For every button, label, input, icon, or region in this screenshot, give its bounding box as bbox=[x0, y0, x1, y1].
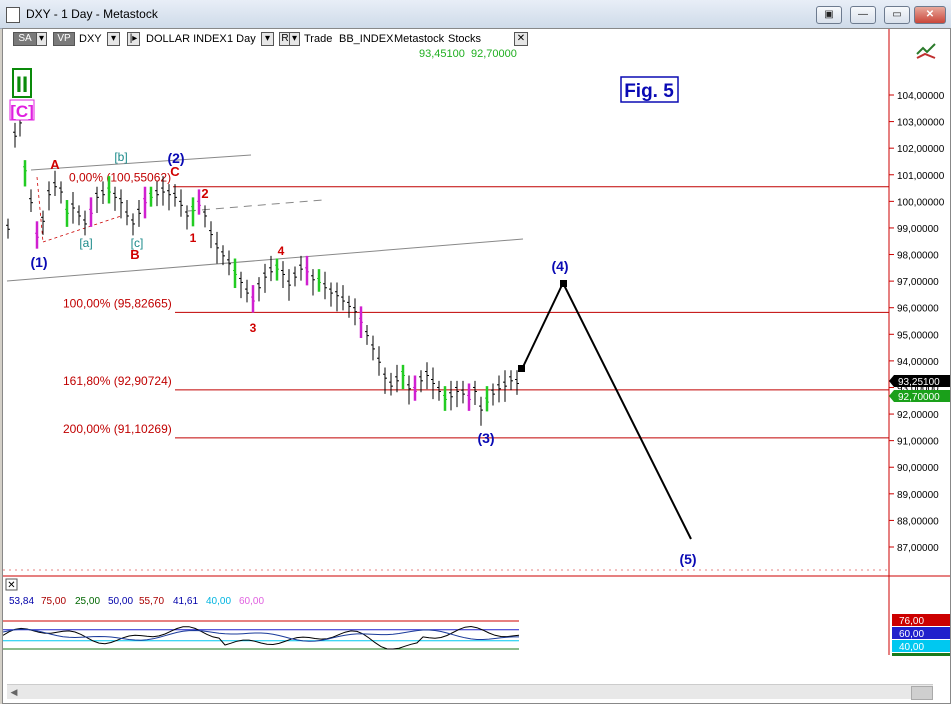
price-axis-label: 91,00000 bbox=[897, 437, 939, 448]
price-axis-label: 87,00000 bbox=[897, 543, 939, 554]
chart-window: SA ▾ VP DXY ▾ |▸ DOLLAR INDEX 1 Day ▾ R … bbox=[2, 28, 951, 704]
wave-3-paren-label: (3) bbox=[477, 430, 494, 446]
indicator-axis-tag-text: 40,00 bbox=[899, 642, 924, 653]
fig-label: Fig. 5 bbox=[624, 81, 674, 102]
indicator-value: 53,84 bbox=[9, 596, 34, 607]
bid-price-text: 92,70000 bbox=[898, 392, 940, 403]
indicator-value: 75,00 bbox=[41, 596, 66, 607]
window-title: DXY - 1 Day - Metastock bbox=[26, 7, 158, 21]
price-axis-label: 89,00000 bbox=[897, 490, 939, 501]
indicator-axis-tag-text: 60,00 bbox=[899, 629, 924, 640]
price-axis-label: 96,00000 bbox=[897, 304, 939, 315]
wave-2-label: 2 bbox=[201, 186, 208, 201]
indicator-value: 41,61 bbox=[173, 596, 198, 607]
wave-1-paren-label: (1) bbox=[30, 254, 47, 270]
projection-path bbox=[521, 280, 692, 540]
price-axis-label: 104,00000 bbox=[897, 91, 945, 102]
minimize-button[interactable]: — bbox=[850, 6, 876, 24]
price-axis-label: 99,00000 bbox=[897, 224, 939, 235]
indicator-line-signal bbox=[3, 628, 519, 642]
price-axis-label: 94,00000 bbox=[897, 357, 939, 368]
wave-3-label: 3 bbox=[250, 321, 257, 335]
close-button[interactable]: ✕ bbox=[914, 6, 946, 24]
channel-upper-line bbox=[30, 154, 252, 171]
indicator-value: 55,70 bbox=[139, 596, 164, 607]
chart-tool-icon[interactable] bbox=[916, 43, 936, 59]
price-axis-label: 102,00000 bbox=[897, 144, 945, 155]
price-axis-label: 103,00000 bbox=[897, 118, 945, 129]
price-axis-label: 92,00000 bbox=[897, 410, 939, 421]
wave-5-paren-label: (5) bbox=[679, 551, 696, 567]
price-axis-label: 88,00000 bbox=[897, 516, 939, 527]
wave-C-bracket-label: [C] bbox=[10, 102, 34, 121]
projection-point-start bbox=[518, 365, 525, 372]
app-icon bbox=[6, 7, 20, 23]
price-axis-label: 98,00000 bbox=[897, 251, 939, 262]
fib-level-label: 0,00% (100,55062) bbox=[69, 171, 171, 185]
price-axis-label: 101,00000 bbox=[897, 171, 945, 182]
title-bar: DXY - 1 Day - Metastock ▣ — ▭ ✕ bbox=[0, 0, 951, 29]
indicator-value: 50,00 bbox=[108, 596, 133, 607]
indicator-axis-tag-text: 25,00 bbox=[899, 655, 924, 656]
price-axis-label: 95,00000 bbox=[897, 330, 939, 341]
price-axis: 104,00000 103,00000 102,00000 101,00000 100,… bbox=[889, 91, 945, 554]
wave-1-label: 1 bbox=[190, 231, 197, 245]
fib-level-label: 161,80% (92,90724) bbox=[63, 374, 172, 388]
wave-4-paren-label: (4) bbox=[551, 258, 568, 274]
projection-point-4 bbox=[560, 280, 567, 287]
indicator-panel: ✕ 53,84 75,00 25,00 50,00 55,70 41,61 40,00 60,… bbox=[3, 578, 950, 656]
fib-level-label: 200,00% (91,10269) bbox=[63, 422, 172, 436]
maximize-button[interactable]: ▭ bbox=[884, 6, 910, 24]
price-axis-label: 97,00000 bbox=[897, 277, 939, 288]
scroll-left-arrow-icon[interactable]: ◀ bbox=[7, 686, 21, 698]
wave-4-label: 4 bbox=[278, 244, 285, 258]
channel-mid-dashed bbox=[187, 199, 324, 212]
price-axis-label: 90,00000 bbox=[897, 463, 939, 474]
scroll-thumb[interactable] bbox=[911, 686, 933, 700]
bid-price-tag: 92,70000 bbox=[889, 390, 950, 403]
indicator-axis-tag-text: 76,00 bbox=[899, 616, 924, 627]
wave-A-label: A bbox=[50, 157, 60, 172]
last-price-text: 93,25100 bbox=[898, 377, 940, 388]
price-chart[interactable]: 104,00000 103,00000 102,00000 101,00000 100,… bbox=[3, 29, 950, 656]
horizontal-scrollbar[interactable]: ◀ bbox=[7, 684, 933, 700]
indicator-value: 25,00 bbox=[75, 596, 100, 607]
wave-a-label: [a] bbox=[79, 236, 92, 250]
wave-II-label: II bbox=[16, 72, 28, 97]
wave-B-label: B bbox=[130, 247, 139, 262]
wave-C-label: C bbox=[170, 164, 180, 179]
fib-level-label: 100,00% (95,82665) bbox=[63, 296, 172, 310]
indicator-value: 60,00 bbox=[239, 596, 264, 607]
indicator-close-glyph[interactable]: ✕ bbox=[7, 580, 15, 591]
indicator-value: 40,00 bbox=[206, 596, 231, 607]
restore-layout-button[interactable]: ▣ bbox=[816, 6, 842, 24]
last-price-tag: 93,25100 bbox=[889, 375, 950, 388]
wave-b-label: [b] bbox=[114, 150, 127, 164]
price-axis-label: 100,00000 bbox=[897, 197, 945, 208]
